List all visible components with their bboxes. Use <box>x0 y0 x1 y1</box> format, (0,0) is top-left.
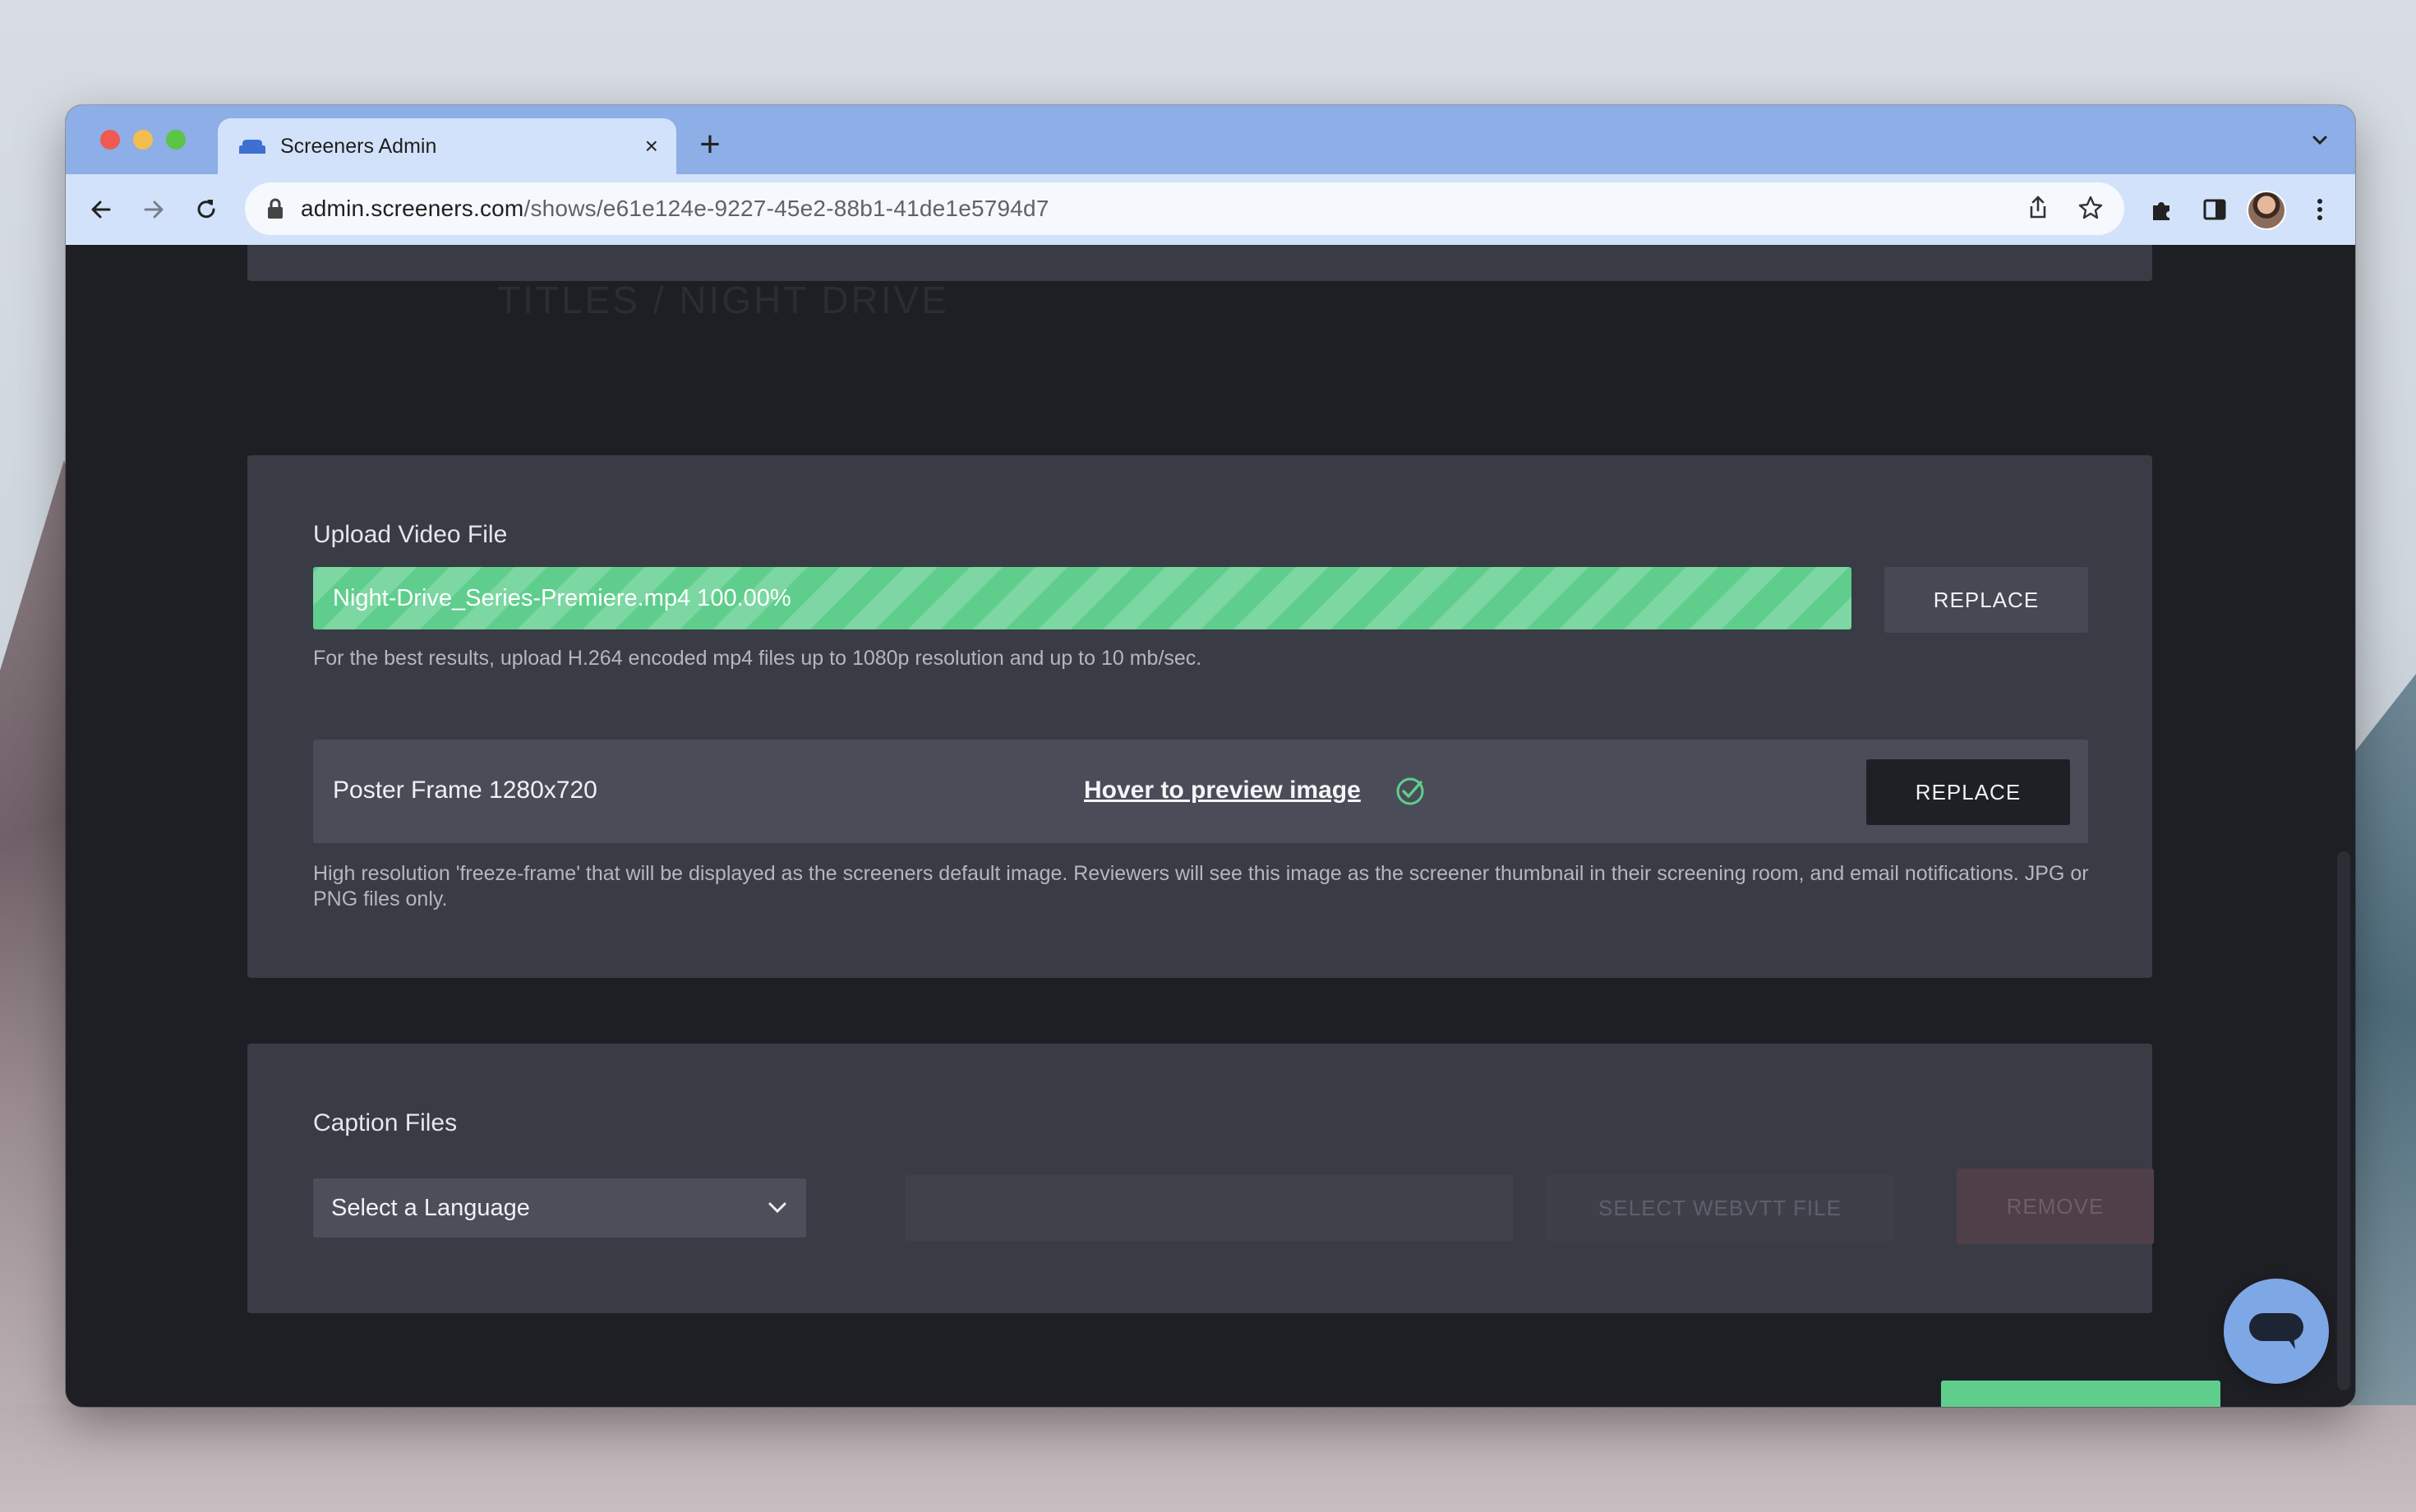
forward-button[interactable] <box>136 192 171 227</box>
caption-section-title: Caption Files <box>313 1109 458 1136</box>
back-button[interactable] <box>84 192 118 227</box>
poster-hint: High resolution 'freeze-frame' that will… <box>313 862 2089 910</box>
video-upload-card: Upload Video File Night-Drive_Series-Pre… <box>247 455 2152 978</box>
check-circle-icon <box>1396 777 1424 805</box>
browser-window: Screeners Admin × + admin.screeners.com/… <box>66 105 2355 1407</box>
chat-launcher-button[interactable] <box>2224 1279 2329 1384</box>
upload-hint: For the best results, upload H.264 encod… <box>313 647 1202 670</box>
puzzle-icon <box>2153 202 2169 220</box>
new-tab-button[interactable]: + <box>690 125 730 164</box>
share-icon[interactable] <box>2024 194 2052 222</box>
more-vert-icon <box>2317 199 2322 220</box>
replace-poster-button[interactable]: REPLACE <box>1866 759 2070 825</box>
preview-image-link[interactable]: Hover to preview image <box>1084 777 1361 804</box>
wallpaper-mountain-right <box>2350 674 2416 1512</box>
page-content: TITLES / NIGHT DRIVE Upload Video File N… <box>66 245 2355 1407</box>
add-screener-button[interactable]: ADD SCREENER <box>1941 1381 2220 1407</box>
browser-menu-button[interactable] <box>2303 192 2337 227</box>
side-panel-icon <box>2203 199 2226 220</box>
chat-icon <box>2249 1313 2303 1349</box>
replace-video-button[interactable]: REPLACE <box>1884 567 2088 633</box>
close-window-button[interactable] <box>100 130 120 150</box>
upload-section-title: Upload Video File <box>313 521 508 548</box>
tab-screeners-admin[interactable]: Screeners Admin × <box>218 118 676 174</box>
minimize-window-button[interactable] <box>133 130 153 150</box>
reload-icon <box>197 200 215 219</box>
side-panel-button[interactable] <box>2197 192 2232 227</box>
remove-caption-button[interactable]: REMOVE <box>1957 1169 2154 1244</box>
tab-bar: Screeners Admin × + <box>66 105 2355 174</box>
browser-toolbar: admin.screeners.com/shows/e61e124e-9227-… <box>66 174 2355 246</box>
language-select-value: Select a Language <box>331 1194 530 1221</box>
maximize-window-button[interactable] <box>166 130 186 150</box>
upload-progress-text: Night-Drive_Series-Premiere.mp4 100.00% <box>333 584 791 611</box>
caption-file-field <box>905 1175 1513 1241</box>
chevron-down-icon[interactable] <box>2308 128 2332 153</box>
poster-frame-label: Poster Frame 1280x720 <box>333 777 597 804</box>
reload-button[interactable] <box>189 192 224 227</box>
lock-icon[interactable] <box>266 198 284 219</box>
background-page-heading: TITLES / NIGHT DRIVE <box>497 279 949 321</box>
page-scrollbar[interactable] <box>2337 851 2350 1390</box>
tab-title: Screeners Admin <box>280 134 437 158</box>
arrow-left-icon <box>91 201 111 219</box>
caption-files-card: Caption Files Select a Language SELECT W… <box>247 1044 2154 1313</box>
poster-frame-row: Poster Frame 1280x720 Hover to preview i… <box>313 740 2088 843</box>
address-bar[interactable]: admin.screeners.com/shows/e61e124e-9227-… <box>245 182 2124 235</box>
url-text[interactable]: admin.screeners.com/shows/e61e124e-9227-… <box>301 196 1049 222</box>
extensions-button[interactable] <box>2145 192 2179 227</box>
previous-card <box>247 245 2152 281</box>
wallpaper-ground <box>0 1405 2416 1512</box>
profile-avatar[interactable] <box>2247 191 2286 230</box>
star-icon[interactable] <box>2077 194 2105 222</box>
select-webvtt-button[interactable]: SELECT WEBVTT FILE <box>1546 1175 1894 1241</box>
arrow-right-icon <box>144 201 164 219</box>
upload-progress-bar: Night-Drive_Series-Premiere.mp4 100.00% <box>313 567 1851 629</box>
language-select[interactable]: Select a Language <box>313 1178 806 1238</box>
close-tab-icon[interactable]: × <box>645 135 658 158</box>
chevron-down-icon <box>768 1202 786 1214</box>
sofa-icon <box>239 140 265 154</box>
